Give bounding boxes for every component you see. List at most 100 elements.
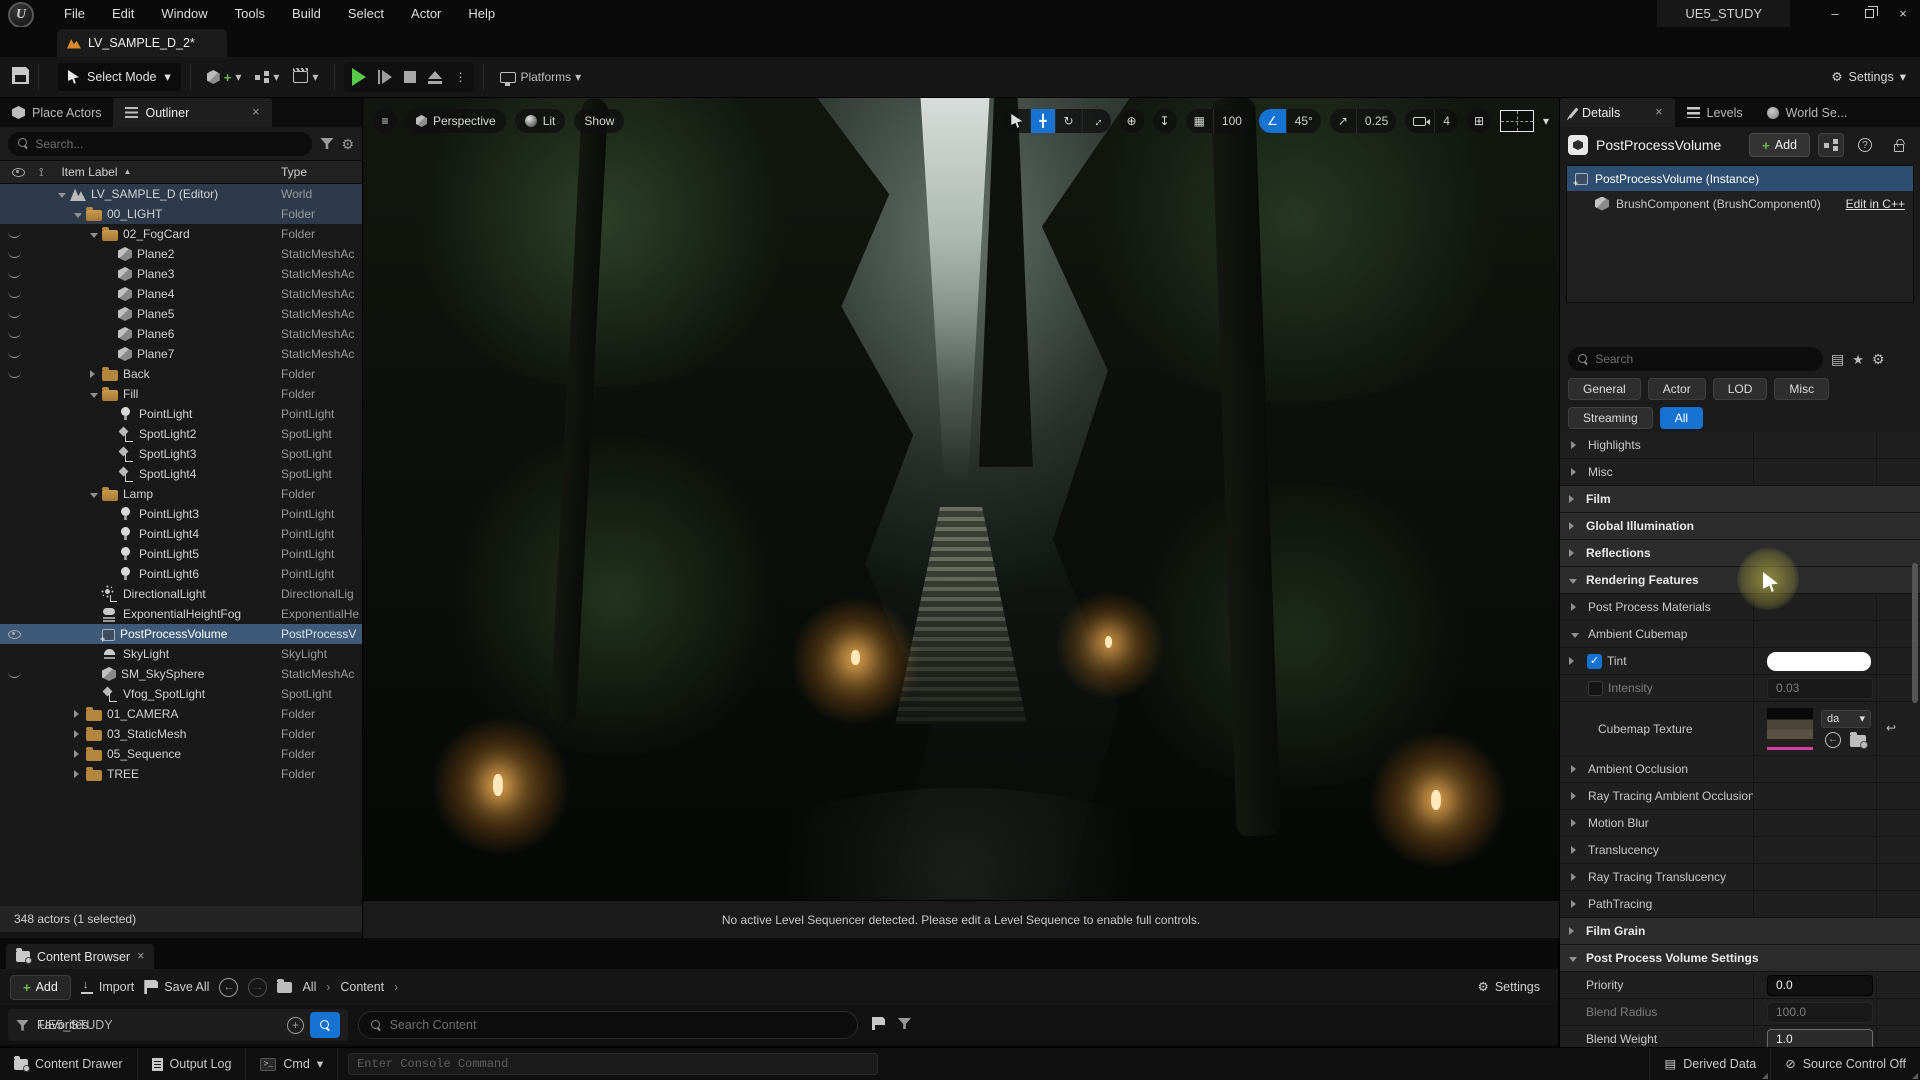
forward-button[interactable] — [248, 978, 267, 997]
filter-chip-lod[interactable]: LOD — [1713, 378, 1768, 400]
select-mode-dropdown[interactable]: Select Mode — [58, 63, 181, 91]
ray-tracing-translucency-row[interactable]: Ray Tracing Translucency — [1560, 864, 1920, 891]
help-button[interactable] — [1852, 133, 1878, 157]
property-value[interactable]: 0.03 — [1767, 678, 1873, 699]
cb-filter-icon[interactable] — [898, 1018, 911, 1029]
outliner-row-lv-sample-d-editor[interactable]: LV_SAMPLE_D (Editor)World — [0, 184, 362, 204]
outliner-search[interactable] — [8, 132, 312, 156]
details-scrollbar[interactable] — [1912, 563, 1918, 703]
scale-snap-value[interactable]: 0.25 — [1356, 109, 1396, 133]
expander-arrow-icon[interactable] — [74, 727, 86, 741]
eject-button[interactable] — [428, 71, 442, 84]
close-tab-icon[interactable] — [252, 106, 259, 119]
show-dropdown[interactable]: Show — [574, 109, 624, 133]
add-component-button[interactable]: Add — [1749, 133, 1810, 157]
outliner-row-spotlight2[interactable]: SpotLight2SpotLight — [0, 424, 362, 444]
content-browser-tab[interactable]: Content Browser — [6, 944, 154, 969]
post-process-materials-row[interactable]: Post Process Materials — [1560, 594, 1920, 621]
outliner-row-03-staticmesh[interactable]: 03_StaticMeshFolder — [0, 724, 362, 744]
outliner-row-pointlight3[interactable]: PointLight3PointLight — [0, 504, 362, 524]
details-search[interactable] — [1568, 347, 1823, 371]
expander-arrow-icon[interactable] — [1569, 951, 1581, 965]
rotation-snap-value[interactable]: 45° — [1286, 109, 1321, 133]
toggle-sources-button[interactable] — [310, 1012, 340, 1038]
translucency-row[interactable]: Translucency — [1560, 837, 1920, 864]
maximize-viewport-button[interactable] — [1467, 109, 1491, 133]
expander-arrow-icon[interactable] — [90, 367, 102, 381]
viewport-scene[interactable] — [363, 98, 1559, 900]
eye-closed-icon[interactable] — [8, 311, 21, 318]
minimize-button[interactable] — [1818, 0, 1852, 27]
expander-arrow-icon[interactable] — [1571, 762, 1583, 776]
blueprints-dropdown[interactable] — [248, 71, 286, 83]
surface-snap-button[interactable] — [1153, 109, 1177, 133]
save-button[interactable] — [12, 67, 29, 87]
intensity-row[interactable]: Intensity0.03 — [1560, 675, 1920, 702]
camera-speed-button[interactable] — [1405, 109, 1434, 133]
level-viewport[interactable]: Perspective Lit Show 100 45° 0.25 4 — [363, 98, 1559, 938]
expander-arrow-icon[interactable] — [1569, 519, 1581, 533]
move-tool[interactable] — [1030, 109, 1054, 133]
expander-arrow-icon[interactable] — [1569, 546, 1581, 560]
breadcrumb-all[interactable]: All — [302, 980, 316, 994]
outliner-search-input[interactable] — [35, 137, 302, 151]
component-row-brush[interactable]: BrushComponent (BrushComponent0) Edit in… — [1567, 191, 1913, 216]
favorites-icon[interactable] — [1852, 353, 1864, 366]
outliner-row-back[interactable]: BackFolder — [0, 364, 362, 384]
ambient-cubemap-row[interactable]: Ambient Cubemap — [1560, 621, 1920, 648]
browse-to-asset-icon[interactable] — [1850, 735, 1866, 747]
tab-levels[interactable]: Levels — [1675, 98, 1755, 127]
back-button[interactable] — [219, 978, 238, 997]
outliner-row-00-light[interactable]: 00_LIGHTFolder — [0, 204, 362, 224]
cb-path-filter-box[interactable]: Favorites UE5_STUDY — [8, 1009, 348, 1041]
priority-row[interactable]: Priority0.0 — [1560, 972, 1920, 999]
tint-color-swatch[interactable] — [1767, 652, 1871, 671]
expander-arrow-icon[interactable] — [1571, 843, 1583, 857]
outliner-row-vfog-spotlight[interactable]: Vfog_SpotLightSpotLight — [0, 684, 362, 704]
outliner-row-directionallight[interactable]: DirectionalLightDirectionalLig — [0, 584, 362, 604]
filter-chip-misc[interactable]: Misc — [1774, 378, 1829, 400]
expander-arrow-icon[interactable] — [1571, 897, 1583, 911]
component-hierarchy-button[interactable] — [1818, 133, 1844, 157]
menu-window[interactable]: Window — [161, 6, 207, 21]
outliner-row-sm-skysphere[interactable]: SM_SkySphereStaticMeshAc — [0, 664, 362, 684]
expander-arrow-icon[interactable] — [90, 387, 102, 401]
visibility-column-icon[interactable] — [12, 168, 25, 177]
console-command-box[interactable] — [348, 1053, 878, 1075]
expander-arrow-icon[interactable] — [1571, 438, 1583, 452]
platforms-dropdown[interactable]: Platforms — [493, 70, 588, 84]
outliner-row-01-camera[interactable]: 01_CAMERAFolder — [0, 704, 362, 724]
outliner-row-02-fogcard[interactable]: 02_FogCardFolder — [0, 224, 362, 244]
cubemap-texture-row[interactable]: Cubemap Textureda — [1560, 702, 1920, 756]
lock-button[interactable] — [1886, 133, 1912, 157]
cb-search-input[interactable] — [390, 1018, 845, 1032]
derived-data-button[interactable]: Derived Data — [1649, 1048, 1770, 1080]
item-label-column[interactable]: Item Label — [61, 165, 117, 179]
ambient-occlusion-row[interactable]: Ambient Occlusion — [1560, 756, 1920, 783]
expander-arrow-icon[interactable] — [1569, 654, 1581, 668]
eye-open-icon[interactable] — [8, 630, 21, 639]
outliner-row-plane7[interactable]: Plane7StaticMeshAc — [0, 344, 362, 364]
expander-arrow-icon[interactable] — [74, 767, 86, 781]
level-tab[interactable]: LV_SAMPLE_D_2* — [57, 29, 227, 57]
save-search-icon[interactable] — [872, 1017, 885, 1030]
restore-button[interactable] — [1852, 0, 1886, 27]
outliner-row-spotlight4[interactable]: SpotLight4SpotLight — [0, 464, 362, 484]
property-checkbox[interactable] — [1588, 681, 1603, 696]
filter-chip-general[interactable]: General — [1568, 378, 1641, 400]
expander-arrow-icon[interactable] — [74, 747, 86, 761]
outliner-row-05-sequence[interactable]: 05_SequenceFolder — [0, 744, 362, 764]
tint-checkbox[interactable] — [1587, 654, 1602, 669]
view-mode-dropdown[interactable]: Lit — [515, 109, 566, 133]
tab-world-settings[interactable]: World Se... — [1755, 98, 1860, 127]
eye-closed-icon[interactable] — [8, 251, 21, 258]
filter-chip-all[interactable]: All — [1660, 407, 1703, 429]
stop-button[interactable] — [404, 71, 416, 83]
cb-search-box[interactable] — [358, 1011, 858, 1039]
viewport-layout-thumbnail[interactable] — [1500, 110, 1534, 132]
viewport-options-menu[interactable] — [373, 109, 397, 133]
property-value-input[interactable]: 0.0 — [1767, 975, 1873, 996]
outliner-row-postprocessvolume[interactable]: PostProcessVolumePostProcessV — [0, 624, 362, 644]
film-row[interactable]: Film — [1560, 486, 1920, 513]
menu-select[interactable]: Select — [348, 6, 384, 21]
